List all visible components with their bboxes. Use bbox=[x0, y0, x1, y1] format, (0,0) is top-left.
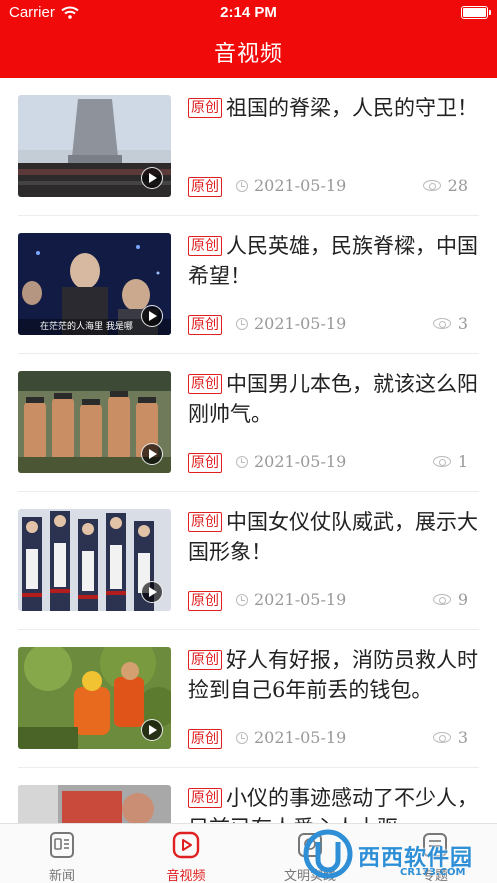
article-title[interactable]: 原创 中国女仪仗队威武，展示大国形象！ bbox=[188, 507, 478, 567]
video-thumbnail[interactable] bbox=[18, 95, 171, 197]
article-meta: 原创 2021-05-19 28 bbox=[188, 176, 478, 198]
status-time: 2:14 PM bbox=[220, 4, 277, 21]
view-count: 9 bbox=[432, 590, 468, 609]
eye-icon bbox=[432, 318, 451, 329]
article-meta: 原创 2021-05-19 3 bbox=[188, 728, 478, 750]
list-item[interactable]: 原创 中国女仪仗队威武，展示大国形象！ 原创 2021-05-19 9 bbox=[18, 492, 479, 630]
play-icon[interactable] bbox=[141, 443, 163, 465]
news-icon bbox=[50, 832, 74, 858]
original-tag: 原创 bbox=[188, 729, 222, 749]
clock-icon bbox=[236, 455, 248, 468]
view-count: 3 bbox=[432, 314, 468, 333]
clock-icon bbox=[236, 317, 248, 330]
publish-date: 2021-05-19 bbox=[236, 314, 346, 333]
views-text: 1 bbox=[457, 452, 468, 471]
views-text: 28 bbox=[447, 176, 468, 195]
clock-icon bbox=[236, 179, 248, 192]
tab-video[interactable]: 音视频 bbox=[124, 824, 248, 883]
tab-label: 新闻 bbox=[48, 869, 75, 883]
original-tag: 原创 bbox=[188, 788, 222, 808]
article-title[interactable]: 原创 人民英雄，民族脊樑，中国希望！ bbox=[188, 231, 478, 291]
eye-icon bbox=[422, 180, 441, 191]
article-title-text: 人民英雄，民族脊樑，中国希望！ bbox=[188, 234, 478, 288]
date-text: 2021-05-19 bbox=[254, 176, 347, 195]
video-icon bbox=[172, 831, 200, 859]
video-thumbnail[interactable] bbox=[18, 371, 171, 473]
article-title-text: 中国男儿本色，就该这么阳刚帅气。 bbox=[188, 372, 478, 426]
article-title-text: 小仪的事迹感动了不少人，目前已有人爱心人士驱 bbox=[188, 786, 478, 823]
eye-icon bbox=[432, 456, 451, 467]
list-item[interactable]: 在茫茫的人海里 我是哪 原创 人民英雄，民族脊樑，中国希望！ 原创 2021-05… bbox=[18, 216, 479, 354]
publish-date: 2021-05-19 bbox=[236, 590, 346, 609]
play-icon[interactable] bbox=[141, 305, 163, 327]
page-title: 音视频 bbox=[213, 42, 283, 67]
publish-date: 2021-05-19 bbox=[236, 176, 346, 195]
tab-news[interactable]: 新闻 bbox=[0, 824, 124, 883]
article-title-text: 祖国的脊梁，人民的守卫！ bbox=[226, 96, 478, 120]
clock-icon bbox=[236, 731, 248, 744]
article-meta: 原创 2021-05-19 9 bbox=[188, 590, 478, 612]
original-tag: 原创 bbox=[188, 453, 222, 473]
original-tag: 原创 bbox=[188, 315, 222, 335]
list-item[interactable]: 原创 中国男儿本色，就该这么阳刚帅气。 原创 2021-05-19 1 bbox=[18, 354, 479, 492]
status-bar: Carrier 2:14 PM bbox=[0, 0, 497, 26]
video-thumbnail[interactable]: 在茫茫的人海里 我是哪 bbox=[18, 233, 171, 335]
article-meta: 原创 2021-05-19 1 bbox=[188, 452, 478, 474]
clock-icon bbox=[236, 593, 248, 606]
article-title-text: 中国女仪仗队威武，展示大国形象！ bbox=[188, 510, 478, 564]
date-text: 2021-05-19 bbox=[254, 728, 347, 747]
list-item[interactable]: 原创 祖国的脊梁，人民的守卫！ 原创 2021-05-19 28 bbox=[18, 78, 479, 216]
watermark-sub: CR173.COM bbox=[400, 867, 466, 878]
watermark-logo-icon bbox=[303, 829, 353, 879]
video-thumbnail[interactable] bbox=[18, 647, 171, 749]
views-text: 9 bbox=[457, 590, 468, 609]
article-title[interactable]: 原创 祖国的脊梁，人民的守卫！ bbox=[188, 93, 478, 123]
article-title[interactable]: 原创小仪的事迹感动了不少人，目前已有人爱心人士驱 bbox=[188, 783, 478, 823]
video-thumbnail[interactable] bbox=[18, 785, 171, 823]
view-count: 3 bbox=[432, 728, 468, 747]
date-text: 2021-05-19 bbox=[254, 590, 347, 609]
list-item[interactable]: 原创 好人有好报，消防员救人时捡到自己6年前丢的钱包。 原创 2021-05-19… bbox=[18, 630, 479, 768]
article-meta: 原创 2021-05-19 3 bbox=[188, 314, 478, 336]
play-icon[interactable] bbox=[141, 167, 163, 189]
publish-date: 2021-05-19 bbox=[236, 452, 346, 471]
view-count: 1 bbox=[432, 452, 468, 471]
views-text: 3 bbox=[457, 728, 468, 747]
article-list[interactable]: 原创 祖国的脊梁，人民的守卫！ 原创 2021-05-19 28 在茫茫的人海里 … bbox=[0, 78, 497, 823]
video-thumbnail[interactable] bbox=[18, 509, 171, 611]
article-title-text: 好人有好报，消防员救人时捡到自己6年前丢的钱包。 bbox=[188, 648, 478, 702]
date-text: 2021-05-19 bbox=[254, 452, 347, 471]
original-tag: 原创 bbox=[188, 177, 222, 197]
original-tag: 原创 bbox=[188, 236, 222, 256]
publish-date: 2021-05-19 bbox=[236, 728, 346, 747]
site-watermark: 西西软件园 CR173.COM bbox=[300, 826, 497, 883]
play-icon[interactable] bbox=[141, 581, 163, 603]
date-text: 2021-05-19 bbox=[254, 314, 347, 333]
views-text: 3 bbox=[457, 314, 468, 333]
eye-icon bbox=[432, 732, 451, 743]
original-tag: 原创 bbox=[188, 98, 222, 118]
original-tag: 原创 bbox=[188, 512, 222, 532]
battery-icon bbox=[461, 6, 491, 19]
view-count: 28 bbox=[422, 176, 468, 195]
article-title[interactable]: 原创 中国男儿本色，就该这么阳刚帅气。 bbox=[188, 369, 478, 429]
thumbnail-caption: 在茫茫的人海里 我是哪 bbox=[40, 322, 133, 332]
original-tag: 原创 bbox=[188, 591, 222, 611]
list-item[interactable]: 原创小仪的事迹感动了不少人，目前已有人爱心人士驱 bbox=[18, 768, 479, 823]
eye-icon bbox=[432, 594, 451, 605]
article-title[interactable]: 原创 好人有好报，消防员救人时捡到自己6年前丢的钱包。 bbox=[188, 645, 478, 705]
app-header: Carrier 2:14 PM 音视频 bbox=[0, 0, 497, 78]
play-icon[interactable] bbox=[141, 719, 163, 741]
original-tag: 原创 bbox=[188, 374, 222, 394]
tab-label: 音视频 bbox=[166, 869, 206, 883]
original-tag: 原创 bbox=[188, 650, 222, 670]
